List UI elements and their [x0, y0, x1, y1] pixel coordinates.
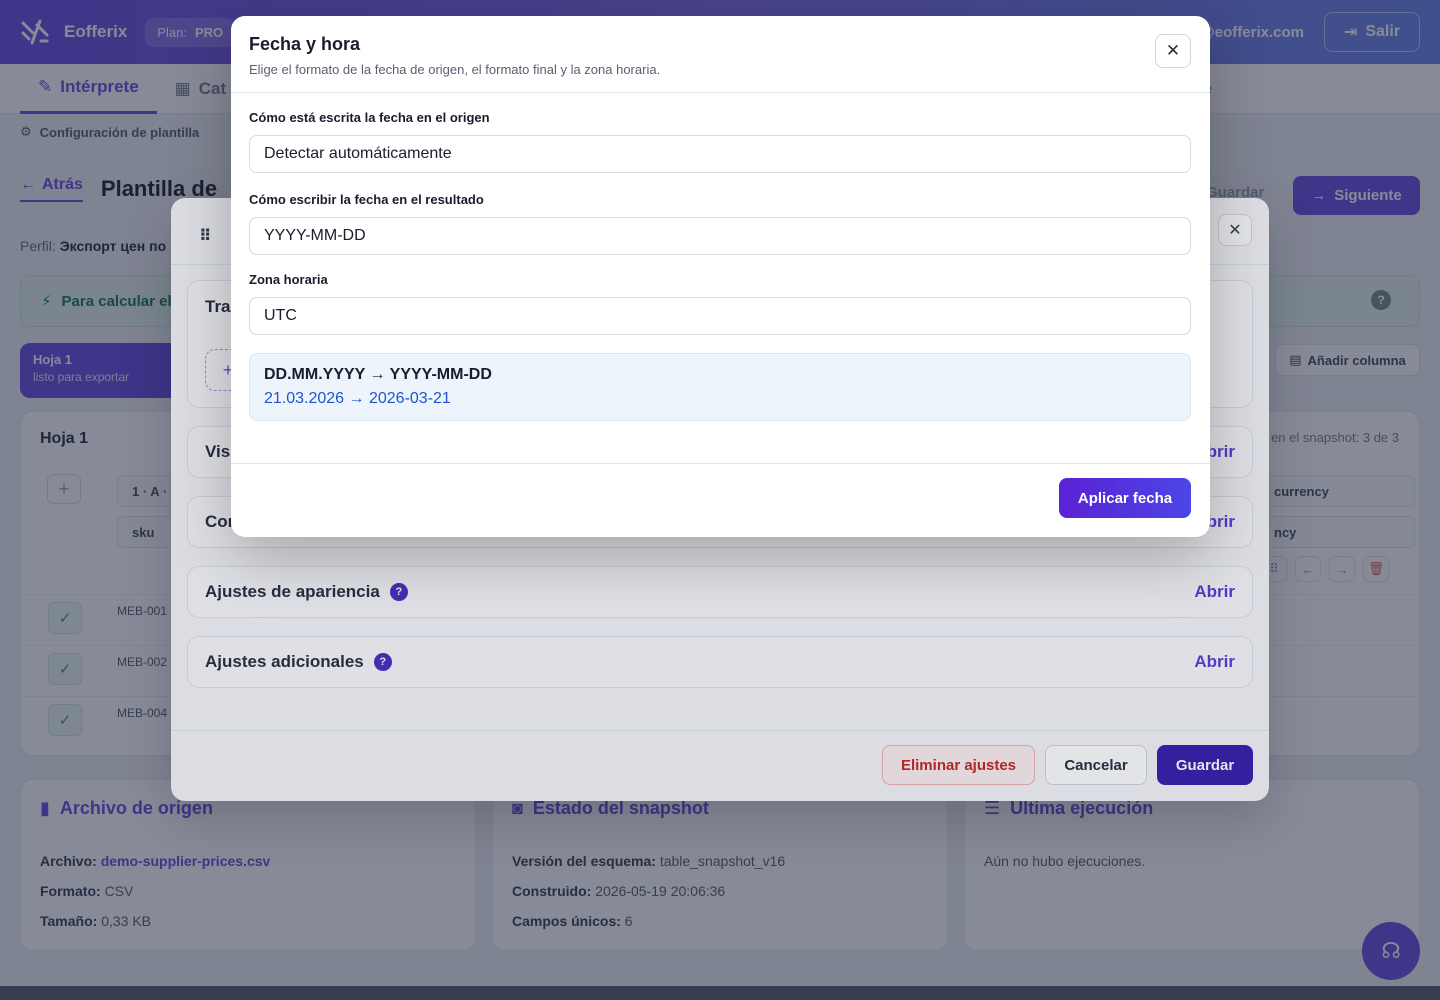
apply-date-button[interactable]: Aplicar fecha: [1059, 478, 1191, 518]
close-icon: ✕: [1165, 41, 1181, 60]
timezone-label: Zona horaria: [249, 272, 328, 287]
dialog-close-button[interactable]: ✕: [1155, 34, 1191, 68]
format-preview: DD.MM.YYYY → YYYY-MM-DD 21.03.2026 → 202…: [249, 353, 1191, 421]
output-format-label: Cómo escribir la fecha en el resultado: [249, 192, 484, 207]
preview-example: 21.03.2026 → 2026-03-21: [264, 390, 451, 407]
dialog-footer-divider: [231, 463, 1210, 464]
dialog-title: Fecha y hora: [249, 34, 361, 54]
date-time-dialog: Fecha y hora Elige el formato de la fech…: [231, 16, 1210, 537]
preview-format: DD.MM.YYYY → YYYY-MM-DD: [264, 366, 492, 383]
output-format-input[interactable]: YYYY-MM-DD: [249, 217, 1191, 255]
timezone-input[interactable]: UTC: [249, 297, 1191, 335]
dialog-header-divider: [231, 92, 1210, 93]
source-format-label: Cómo está escrita la fecha en el origen: [249, 110, 490, 125]
source-format-select[interactable]: Detectar automáticamente: [249, 135, 1191, 173]
dialog-subtitle: Elige el formato de la fecha de origen, …: [249, 62, 661, 77]
